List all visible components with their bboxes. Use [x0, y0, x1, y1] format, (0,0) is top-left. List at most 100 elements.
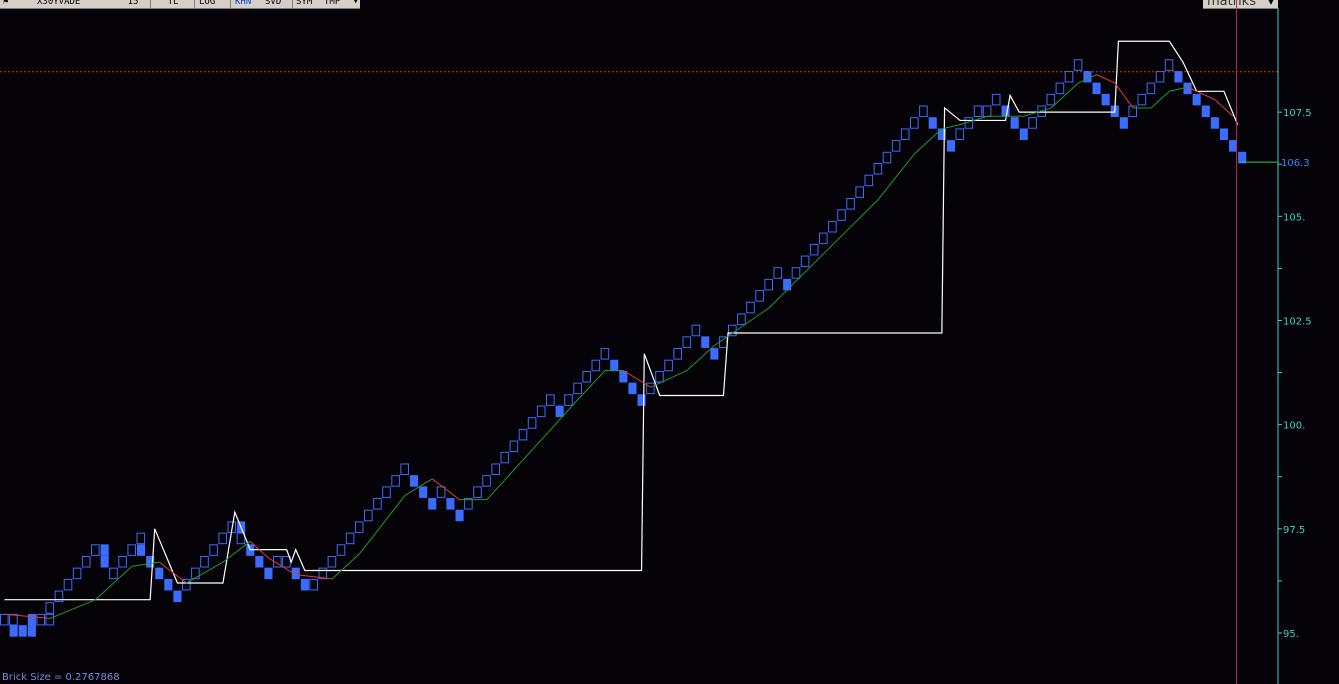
renko-brick-down — [1238, 151, 1247, 164]
renko-brick-up — [755, 290, 764, 302]
renko-brick-down — [173, 590, 182, 603]
trailing-stop-line — [4, 40, 1239, 601]
renko-brick-up — [354, 521, 364, 533]
renko-brick-up — [891, 140, 901, 152]
renko-brick-down — [1192, 93, 1201, 106]
renko-brick-down — [100, 544, 109, 556]
renko-brick-up — [218, 532, 227, 545]
renko-brick-up — [882, 151, 892, 164]
renko-brick-up — [682, 336, 692, 348]
moving-average-segment — [577, 370, 606, 400]
brick-size-label: Brick Size = 0.2767868 — [2, 672, 120, 683]
renko-brick-down — [300, 578, 309, 591]
renko-brick-up — [91, 544, 100, 556]
renko-brick-down — [1019, 128, 1028, 140]
axis-tick-label: 95. — [1283, 629, 1299, 640]
renko-brick-down — [1201, 105, 1210, 118]
renko-brick-up — [728, 324, 737, 337]
renko-brick-down — [1174, 70, 1183, 83]
renko-brick-up — [109, 567, 118, 580]
renko-brick-up — [473, 486, 482, 498]
renko-brick-up — [136, 532, 146, 545]
renko-brick-up — [127, 544, 137, 556]
renko-brick-up — [1164, 59, 1174, 71]
renko-brick-down — [710, 348, 719, 360]
moving-average-segment — [1114, 82, 1134, 109]
renko-brick-up — [191, 567, 200, 580]
axis-tick-label: 97.5 — [1283, 525, 1305, 536]
axis-tick-label: 107.5 — [1283, 108, 1312, 119]
renko-brick-down — [264, 567, 273, 580]
moving-average-segment — [131, 561, 160, 567]
renko-brick-up — [482, 475, 491, 487]
renko-brick-down — [164, 578, 173, 591]
renko-brick-up — [837, 209, 846, 221]
renko-brick-up — [209, 544, 218, 556]
renko-brick-up — [63, 578, 73, 591]
last-price-label: 106.3 — [1281, 158, 1310, 169]
moving-average-segment — [768, 253, 824, 309]
renko-brick-up — [1155, 70, 1165, 83]
moving-average-segment — [331, 553, 360, 580]
renko-brick-up — [336, 544, 346, 556]
renko-chart[interactable]: 95. 97.5 100. 102.5 105. 107.5 106.3 — [0, 0, 1339, 684]
renko-brick-up — [600, 348, 610, 360]
renko-brick-up — [855, 186, 865, 198]
renko-brick-up — [900, 128, 910, 140]
renko-brick-up — [973, 105, 983, 118]
renko-brick-up — [373, 498, 382, 510]
moving-average-segment — [823, 199, 879, 255]
renko-brick-up — [582, 370, 592, 383]
renko-brick-up — [1064, 70, 1074, 83]
moving-average-segment — [404, 478, 433, 496]
renko-brick-down — [928, 117, 937, 129]
renko-brick-up — [9, 613, 18, 626]
renko-brick-up — [591, 359, 601, 372]
renko-brick-up — [919, 105, 928, 118]
renko-brick-up — [327, 555, 337, 568]
renko-brick-up — [828, 220, 837, 233]
renko-brick-up — [819, 232, 828, 245]
renko-brick-up — [345, 532, 355, 545]
renko-brick-up — [573, 382, 582, 395]
renko-brick-up — [382, 486, 391, 498]
renko-brick-up — [664, 359, 673, 372]
renko-brick-up — [509, 440, 519, 453]
renko-brick-up — [646, 382, 655, 395]
moving-average-segment — [359, 495, 406, 555]
moving-average-segment — [95, 565, 133, 601]
renko-brick-down — [628, 382, 637, 395]
renko-brick-down — [27, 613, 36, 626]
renko-brick-down — [455, 509, 464, 522]
renko-brick-up — [118, 555, 127, 568]
moving-average-segment — [222, 540, 251, 563]
renko-brick-down — [1219, 128, 1228, 140]
renko-brick-down — [610, 359, 619, 372]
renko-brick-up — [518, 428, 528, 441]
renko-brick-down — [637, 394, 646, 406]
renko-brick-up — [564, 394, 573, 406]
renko-brick-up — [500, 451, 510, 464]
renko-brick-up — [45, 613, 55, 626]
renko-brick-down — [555, 405, 564, 418]
renko-brick-up — [400, 463, 409, 476]
renko-brick-up — [1137, 93, 1147, 106]
moving-average-segment — [158, 561, 187, 584]
renko-brick-up — [910, 117, 919, 129]
renko-brick-down — [137, 544, 146, 556]
line-layer — [0, 0, 1278, 684]
axis-tick-label: 100. — [1283, 421, 1305, 432]
renko-brick-down — [410, 475, 419, 487]
renko-brick-down — [1010, 117, 1019, 129]
renko-brick-down — [255, 555, 264, 568]
renko-brick-down — [946, 140, 955, 152]
renko-brick-up — [691, 324, 701, 337]
moving-average-segment — [1050, 82, 1079, 109]
renko-brick-down — [446, 498, 455, 510]
renko-brick-down — [1229, 140, 1238, 152]
renko-brick-up — [1073, 59, 1083, 71]
renko-brick-up — [955, 128, 965, 140]
renko-brick-up — [846, 198, 855, 210]
renko-brick-up — [364, 509, 373, 522]
moving-average-segment — [49, 599, 96, 619]
